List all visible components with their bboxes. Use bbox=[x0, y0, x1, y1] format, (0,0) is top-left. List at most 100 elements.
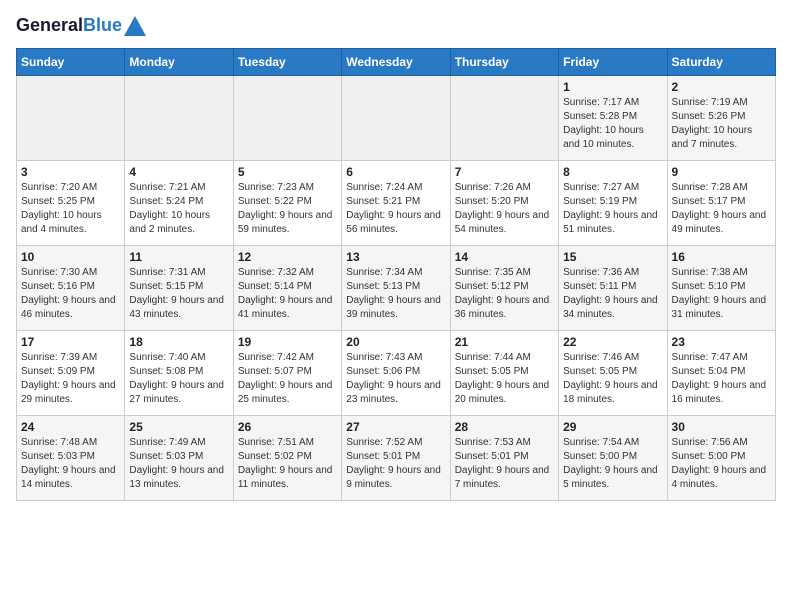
calendar-cell: 14Sunrise: 7:35 AM Sunset: 5:12 PM Dayli… bbox=[450, 246, 558, 331]
day-info: Sunrise: 7:49 AM Sunset: 5:03 PM Dayligh… bbox=[129, 436, 228, 492]
day-number: 7 bbox=[455, 165, 554, 179]
day-number: 10 bbox=[21, 250, 120, 264]
calendar-cell: 15 Sunrise: 7:36 AM Sunset: 5:11 PM Dayli… bbox=[559, 246, 667, 331]
calendar-cell: 5 Sunrise: 7:23 AM Sunset: 5:22 PM Daylig… bbox=[233, 161, 341, 246]
weekday-header-wednesday: Wednesday bbox=[342, 49, 450, 76]
calendar-cell bbox=[17, 76, 125, 161]
calendar-cell: 13 Sunrise: 7:34 AM Sunset: 5:13 PM Dayli… bbox=[342, 246, 450, 331]
calendar-cell: 12 Sunrise: 7:32 AM Sunset: 5:14 PM Dayli… bbox=[233, 246, 341, 331]
day-info: Sunrise: 7:31 AM Sunset: 5:15 PM Dayligh… bbox=[129, 266, 228, 322]
day-info: Sunrise: 7:53 AM Sunset: 5:01 PM Dayligh… bbox=[455, 436, 554, 492]
day-number: 3 bbox=[21, 165, 120, 179]
calendar-cell: 6 Sunrise: 7:24 AM Sunset: 5:21 PM Daylig… bbox=[342, 161, 450, 246]
day-number: 19 bbox=[238, 335, 337, 349]
day-number: 25 bbox=[129, 420, 228, 434]
weekday-header-thursday: Thursday bbox=[450, 49, 558, 76]
day-info: Sunrise: 7:48 AM Sunset: 5:03 PM Dayligh… bbox=[21, 436, 120, 492]
day-number: 24 bbox=[21, 420, 120, 434]
day-info: Sunrise: 7:44 AM Sunset: 5:05 PM Dayligh… bbox=[455, 351, 554, 407]
day-info: Sunrise: 7:34 AM Sunset: 5:13 PM Dayligh… bbox=[346, 266, 445, 322]
calendar-cell: 1 Sunrise: 7:17 AM Sunset: 5:28 PM Daylig… bbox=[559, 76, 667, 161]
day-number: 6 bbox=[346, 165, 445, 179]
calendar-cell: 2Sunrise: 7:19 AM Sunset: 5:26 PM Daylig… bbox=[667, 76, 775, 161]
day-info: Sunrise: 7:24 AM Sunset: 5:21 PM Dayligh… bbox=[346, 181, 445, 237]
calendar-cell: 26Sunrise: 7:51 AM Sunset: 5:02 PM Dayli… bbox=[233, 416, 341, 501]
calendar-cell: 20 Sunrise: 7:43 AM Sunset: 5:06 PM Dayli… bbox=[342, 331, 450, 416]
logo-text: GeneralBlue bbox=[16, 16, 122, 36]
day-number: 12 bbox=[238, 250, 337, 264]
day-info: Sunrise: 7:43 AM Sunset: 5:06 PM Dayligh… bbox=[346, 351, 445, 407]
calendar-cell: 17 Sunrise: 7:39 AM Sunset: 5:09 PM Dayli… bbox=[17, 331, 125, 416]
day-info: Sunrise: 7:26 AM Sunset: 5:20 PM Dayligh… bbox=[455, 181, 554, 237]
day-info: Sunrise: 7:20 AM Sunset: 5:25 PM Dayligh… bbox=[21, 181, 120, 237]
day-number: 5 bbox=[238, 165, 337, 179]
day-number: 27 bbox=[346, 420, 445, 434]
day-number: 17 bbox=[21, 335, 120, 349]
day-number: 28 bbox=[455, 420, 554, 434]
day-info: Sunrise: 7:39 AM Sunset: 5:09 PM Dayligh… bbox=[21, 351, 120, 407]
day-info: Sunrise: 7:38 AM Sunset: 5:10 PM Dayligh… bbox=[672, 266, 771, 322]
weekday-header-tuesday: Tuesday bbox=[233, 49, 341, 76]
calendar-cell bbox=[125, 76, 233, 161]
day-info: Sunrise: 7:21 AM Sunset: 5:24 PM Dayligh… bbox=[129, 181, 228, 237]
calendar-cell bbox=[450, 76, 558, 161]
day-info: Sunrise: 7:35 AM Sunset: 5:12 PM Dayligh… bbox=[455, 266, 554, 322]
day-info: Sunrise: 7:32 AM Sunset: 5:14 PM Dayligh… bbox=[238, 266, 337, 322]
calendar-cell: 30 Sunrise: 7:56 AM Sunset: 5:00 PM Dayli… bbox=[667, 416, 775, 501]
calendar-cell bbox=[342, 76, 450, 161]
day-number: 22 bbox=[563, 335, 662, 349]
calendar-cell: 7 Sunrise: 7:26 AM Sunset: 5:20 PM Daylig… bbox=[450, 161, 558, 246]
weekday-header-monday: Monday bbox=[125, 49, 233, 76]
day-number: 8 bbox=[563, 165, 662, 179]
calendar-cell: 9 Sunrise: 7:28 AM Sunset: 5:17 PM Daylig… bbox=[667, 161, 775, 246]
logo: GeneralBlue bbox=[16, 16, 146, 36]
calendar-cell: 4 Sunrise: 7:21 AM Sunset: 5:24 PM Daylig… bbox=[125, 161, 233, 246]
day-info: Sunrise: 7:54 AM Sunset: 5:00 PM Dayligh… bbox=[563, 436, 662, 492]
calendar-cell: 23 Sunrise: 7:47 AM Sunset: 5:04 PM Dayli… bbox=[667, 331, 775, 416]
calendar-cell: 8 Sunrise: 7:27 AM Sunset: 5:19 PM Daylig… bbox=[559, 161, 667, 246]
day-info: Sunrise: 7:30 AM Sunset: 5:16 PM Dayligh… bbox=[21, 266, 120, 322]
logo-icon bbox=[124, 16, 146, 36]
day-number: 20 bbox=[346, 335, 445, 349]
day-info: Sunrise: 7:27 AM Sunset: 5:19 PM Dayligh… bbox=[563, 181, 662, 237]
day-info: Sunrise: 7:17 AM Sunset: 5:28 PM Dayligh… bbox=[563, 96, 662, 152]
calendar-cell: 16 Sunrise: 7:38 AM Sunset: 5:10 PM Dayli… bbox=[667, 246, 775, 331]
day-info: Sunrise: 7:46 AM Sunset: 5:05 PM Dayligh… bbox=[563, 351, 662, 407]
day-info: Sunrise: 7:40 AM Sunset: 5:08 PM Dayligh… bbox=[129, 351, 228, 407]
day-number: 4 bbox=[129, 165, 228, 179]
calendar-cell: 28 Sunrise: 7:53 AM Sunset: 5:01 PM Dayli… bbox=[450, 416, 558, 501]
calendar-cell: 3 Sunrise: 7:20 AM Sunset: 5:25 PM Daylig… bbox=[17, 161, 125, 246]
day-info: Sunrise: 7:28 AM Sunset: 5:17 PM Dayligh… bbox=[672, 181, 771, 237]
calendar-cell: 25 Sunrise: 7:49 AM Sunset: 5:03 PM Dayli… bbox=[125, 416, 233, 501]
calendar-cell: 24 Sunrise: 7:48 AM Sunset: 5:03 PM Dayli… bbox=[17, 416, 125, 501]
day-number: 29 bbox=[563, 420, 662, 434]
calendar-cell: 27 Sunrise: 7:52 AM Sunset: 5:01 PM Dayli… bbox=[342, 416, 450, 501]
day-info: Sunrise: 7:36 AM Sunset: 5:11 PM Dayligh… bbox=[563, 266, 662, 322]
day-number: 13 bbox=[346, 250, 445, 264]
day-info: Sunrise: 7:42 AM Sunset: 5:07 PM Dayligh… bbox=[238, 351, 337, 407]
calendar-table: SundayMondayTuesdayWednesdayThursdayFrid… bbox=[16, 48, 776, 501]
day-number: 15 bbox=[563, 250, 662, 264]
calendar-cell: 18 Sunrise: 7:40 AM Sunset: 5:08 PM Dayli… bbox=[125, 331, 233, 416]
calendar-cell: 29 Sunrise: 7:54 AM Sunset: 5:00 PM Dayli… bbox=[559, 416, 667, 501]
calendar-cell: 21Sunrise: 7:44 AM Sunset: 5:05 PM Dayli… bbox=[450, 331, 558, 416]
calendar-cell bbox=[233, 76, 341, 161]
day-info: Sunrise: 7:52 AM Sunset: 5:01 PM Dayligh… bbox=[346, 436, 445, 492]
weekday-header-friday: Friday bbox=[559, 49, 667, 76]
calendar-cell: 19 Sunrise: 7:42 AM Sunset: 5:07 PM Dayli… bbox=[233, 331, 341, 416]
day-info: Sunrise: 7:56 AM Sunset: 5:00 PM Dayligh… bbox=[672, 436, 771, 492]
calendar-cell: 11Sunrise: 7:31 AM Sunset: 5:15 PM Dayli… bbox=[125, 246, 233, 331]
day-info: Sunrise: 7:51 AM Sunset: 5:02 PM Dayligh… bbox=[238, 436, 337, 492]
weekday-header-sunday: Sunday bbox=[17, 49, 125, 76]
day-number: 1 bbox=[563, 80, 662, 94]
day-number: 16 bbox=[672, 250, 771, 264]
weekday-header-saturday: Saturday bbox=[667, 49, 775, 76]
day-info: Sunrise: 7:23 AM Sunset: 5:22 PM Dayligh… bbox=[238, 181, 337, 237]
day-info: Sunrise: 7:47 AM Sunset: 5:04 PM Dayligh… bbox=[672, 351, 771, 407]
day-number: 9 bbox=[672, 165, 771, 179]
day-number: 18 bbox=[129, 335, 228, 349]
day-number: 30 bbox=[672, 420, 771, 434]
calendar-cell: 22 Sunrise: 7:46 AM Sunset: 5:05 PM Dayli… bbox=[559, 331, 667, 416]
day-info: Sunrise: 7:19 AM Sunset: 5:26 PM Dayligh… bbox=[672, 96, 771, 152]
day-number: 23 bbox=[672, 335, 771, 349]
